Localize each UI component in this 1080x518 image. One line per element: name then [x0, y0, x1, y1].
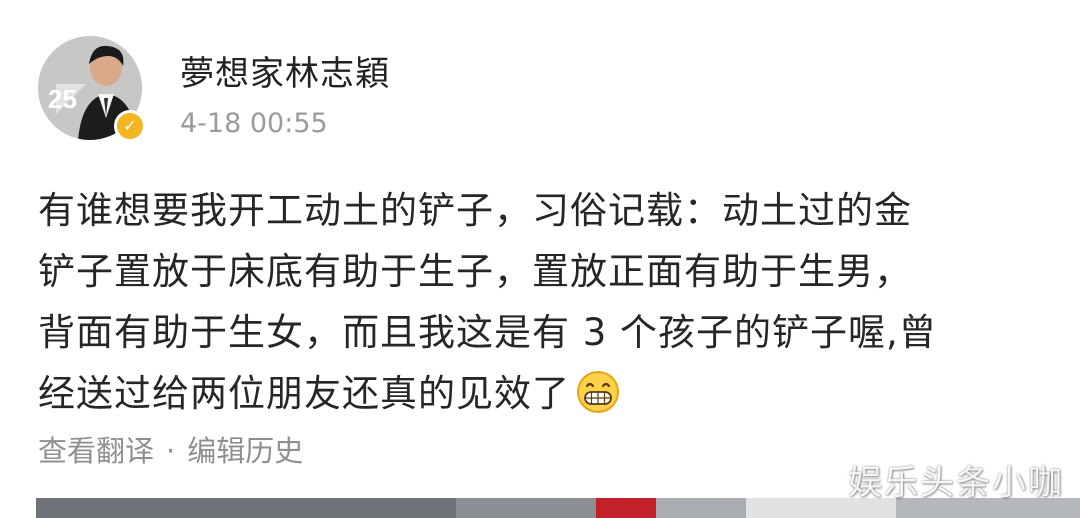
weibo-post: 25 ✓ 夢想家林志穎 4-18 00:55 有谁想要我开工动土的铲子，习俗记载… — [0, 0, 1080, 518]
post-actions: 查看翻译 · 编辑历史 — [38, 428, 303, 470]
post-content-line: 铲子置放于床底有助于生子，置放正面有助于生男， — [38, 250, 912, 293]
post-content-line: 有谁想要我开工动土的铲子，习俗记载：动土过的金 — [38, 189, 912, 232]
watermark: 娱乐头条小咖 — [848, 463, 1064, 503]
avatar-badge-text: 25 — [48, 84, 77, 114]
post-content: 有谁想要我开工动土的铲子，习俗记载：动土过的金 铲子置放于床底有助于生子，置放正… — [38, 180, 1048, 424]
post-content-line: 经送过给两位朋友还真的见效了 — [38, 372, 570, 415]
edit-history-link[interactable]: 编辑历史 — [187, 434, 303, 468]
grin-emoji-icon — [576, 370, 620, 414]
post-content-last-line: 经送过给两位朋友还真的见效了 — [38, 363, 1048, 424]
translate-link[interactable]: 查看翻译 — [38, 434, 154, 468]
separator-dot: · — [166, 434, 176, 468]
verified-badge-icon: ✓ — [114, 110, 146, 142]
post-timestamp[interactable]: 4-18 00:55 — [180, 108, 328, 139]
username[interactable]: 夢想家林志穎 — [180, 46, 390, 95]
avatar-container[interactable]: 25 ✓ — [38, 36, 146, 142]
post-content-line: 背面有助于生女，而且我这是有 3 个孩子的铲子喔,曾 — [38, 311, 937, 354]
